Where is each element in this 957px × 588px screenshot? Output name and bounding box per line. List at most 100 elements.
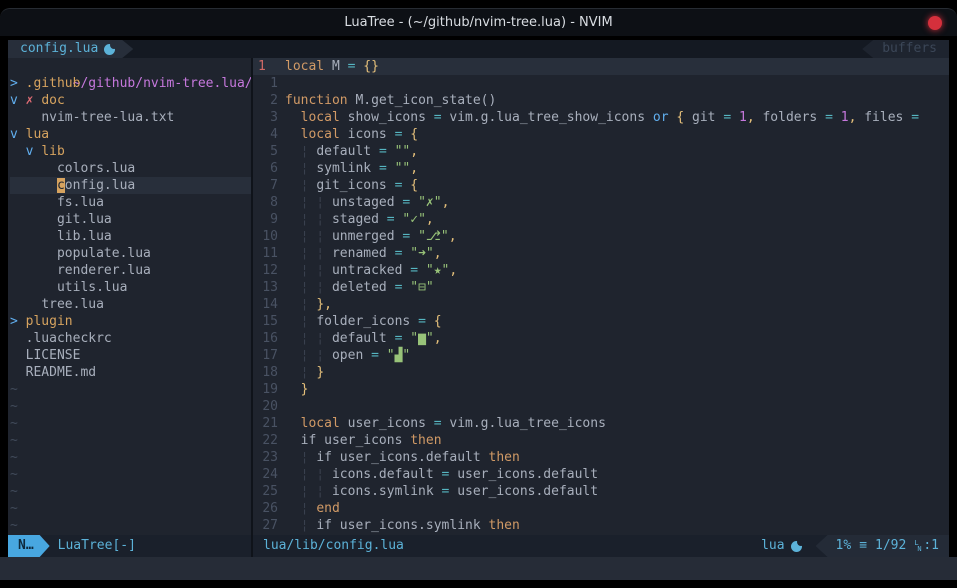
code-line[interactable]: 17 ¦ ¦ open = "▟"	[253, 347, 949, 364]
line-number: 1	[253, 58, 281, 75]
scroll-percent: 1%	[836, 535, 852, 557]
lua-moon-icon	[791, 541, 802, 552]
tree-row[interactable]: fs.lua	[10, 194, 251, 211]
tree-root-path: ~/github/nvim-tree.lua/..	[10, 58, 251, 75]
code-line[interactable]: 16 ¦ ¦ default = "▆",	[253, 330, 949, 347]
file-tree-pane[interactable]: ~/github/nvim-tree.lua/.. > .githubv ✗ d…	[8, 58, 251, 535]
empty-line-tilde: ~	[10, 517, 251, 534]
statusline: N… LuaTree[-] lua/lib/config.lua lua 1% …	[8, 535, 949, 557]
line-number: 24	[253, 466, 281, 483]
column-block: :1	[914, 535, 939, 557]
line-number: 8	[253, 194, 281, 211]
statusline-tree: N… LuaTree[-]	[8, 535, 251, 557]
line-number: 27	[253, 517, 281, 534]
tree-row[interactable]: v lua	[10, 126, 251, 143]
tree-row[interactable]: tree.lua	[10, 296, 251, 313]
lines-icon: ≡	[859, 535, 867, 557]
code-line[interactable]: 1	[253, 75, 949, 92]
line-number: 12	[253, 262, 281, 279]
tree-window-name: LuaTree[-]	[50, 535, 136, 557]
code-lines: 1local M = {}12function M.get_icon_state…	[253, 58, 949, 534]
tab-label: config.lua	[20, 40, 98, 58]
tree-tildes: ~~~~~~~~~	[10, 381, 251, 534]
lua-moon-icon	[104, 44, 115, 55]
code-line[interactable]: 13 ¦ ¦ deleted = "⊟"	[253, 279, 949, 296]
line-number: 6	[253, 160, 281, 177]
code-line[interactable]: 19 }	[253, 381, 949, 398]
code-line[interactable]: 14 ¦ },	[253, 296, 949, 313]
line-number: 13	[253, 279, 281, 296]
line-number: 15	[253, 313, 281, 330]
code-line[interactable]: 20	[253, 398, 949, 415]
position-chunk: 1% ≡ 1/92 :1	[816, 535, 949, 557]
code-line[interactable]: 6 ¦ symlink = "",	[253, 160, 949, 177]
line-number: 4	[253, 126, 281, 143]
tree-row[interactable]: config.lua	[10, 177, 251, 194]
tree-row[interactable]: git.lua	[10, 211, 251, 228]
code-line[interactable]: 27 ¦ if user_icons.symlink then	[253, 517, 949, 534]
line-number: 16	[253, 330, 281, 347]
tree-row[interactable]: nvim-tree-lua.txt	[10, 109, 251, 126]
file-path: lua/lib/config.lua	[253, 535, 404, 557]
window-title: LuaTree - (~/github/nvim-tree.lua) - NVI…	[344, 15, 612, 30]
line-number: 2	[253, 92, 281, 109]
tree-row[interactable]: v ✗ doc	[10, 92, 251, 109]
code-line[interactable]: 15 ¦ folder_icons = {	[253, 313, 949, 330]
line-number: 17	[253, 347, 281, 364]
code-line[interactable]: 5 ¦ default = "",	[253, 143, 949, 160]
tree-row[interactable]: v lib	[10, 143, 251, 160]
filetype-block: lua	[761, 535, 815, 557]
tree-row[interactable]: utils.lua	[10, 279, 251, 296]
line-number: 21	[253, 415, 281, 432]
code-line[interactable]: 4 local icons = {	[253, 126, 949, 143]
column-info: :1	[923, 535, 939, 557]
line-number: 9	[253, 211, 281, 228]
code-line[interactable]: 10 ¦ ¦ unmerged = "⎇",	[253, 228, 949, 245]
code-line[interactable]: 3 local show_icons = vim.g.lua_tree_show…	[253, 109, 949, 126]
buffers-label[interactable]: buffers	[862, 40, 949, 58]
line-number: 18	[253, 364, 281, 381]
code-line[interactable]: 22 if user_icons then	[253, 432, 949, 449]
close-button[interactable]	[928, 16, 942, 30]
line-number: 14	[253, 296, 281, 313]
empty-line-tilde: ~	[10, 466, 251, 483]
code-line[interactable]: 9 ¦ ¦ staged = "✓",	[253, 211, 949, 228]
code-line[interactable]: 18 ¦ }	[253, 364, 949, 381]
line-number: 11	[253, 245, 281, 262]
tree-row[interactable]: > plugin	[10, 313, 251, 330]
code-line[interactable]: 12 ¦ ¦ untracked = "★",	[253, 262, 949, 279]
editor-pane[interactable]: 1local M = {}12function M.get_icon_state…	[253, 58, 949, 535]
screenshot-root: { "window": { "title": "LuaTree - (~/git…	[0, 0, 957, 588]
tab-config-lua[interactable]: config.lua	[8, 40, 133, 58]
tree-row[interactable]: colors.lua	[10, 160, 251, 177]
code-line[interactable]: 1local M = {}	[253, 58, 949, 75]
tabline: config.lua buffers	[8, 40, 949, 58]
line-number: 3	[253, 109, 281, 126]
tree-row[interactable]: LICENSE	[10, 347, 251, 364]
line-number: 1	[253, 75, 281, 92]
line-number: 22	[253, 432, 281, 449]
empty-line-tilde: ~	[10, 483, 251, 500]
tree-row[interactable]: .luacheckrc	[10, 330, 251, 347]
titlebar: LuaTree - (~/github/nvim-tree.lua) - NVI…	[0, 8, 957, 36]
code-line[interactable]: 24 ¦ ¦ icons.default = user_icons.defaul…	[253, 466, 949, 483]
code-line[interactable]: 21 local user_icons = vim.g.lua_tree_ico…	[253, 415, 949, 432]
tree-row[interactable]: populate.lua	[10, 245, 251, 262]
tree-row[interactable]: lib.lua	[10, 228, 251, 245]
line-number: 10	[253, 228, 281, 245]
tree-row[interactable]: renderer.lua	[10, 262, 251, 279]
tree-row[interactable]: README.md	[10, 364, 251, 381]
command-line[interactable]	[0, 557, 957, 580]
empty-line-tilde: ~	[10, 381, 251, 398]
code-line[interactable]: 2function M.get_icon_state()	[253, 92, 949, 109]
code-line[interactable]: 7 ¦ git_icons = {	[253, 177, 949, 194]
line-number: 20	[253, 398, 281, 415]
code-line[interactable]: 8 ¦ ¦ unstaged = "✗",	[253, 194, 949, 211]
filetype-label: lua	[761, 535, 784, 557]
line-number-icon	[914, 540, 923, 552]
line-number: 19	[253, 381, 281, 398]
code-line[interactable]: 26 ¦ end	[253, 500, 949, 517]
code-line[interactable]: 11 ¦ ¦ renamed = "➜",	[253, 245, 949, 262]
code-line[interactable]: 23 ¦ if user_icons.default then	[253, 449, 949, 466]
code-line[interactable]: 25 ¦ ¦ icons.symlink = user_icons.defaul…	[253, 483, 949, 500]
